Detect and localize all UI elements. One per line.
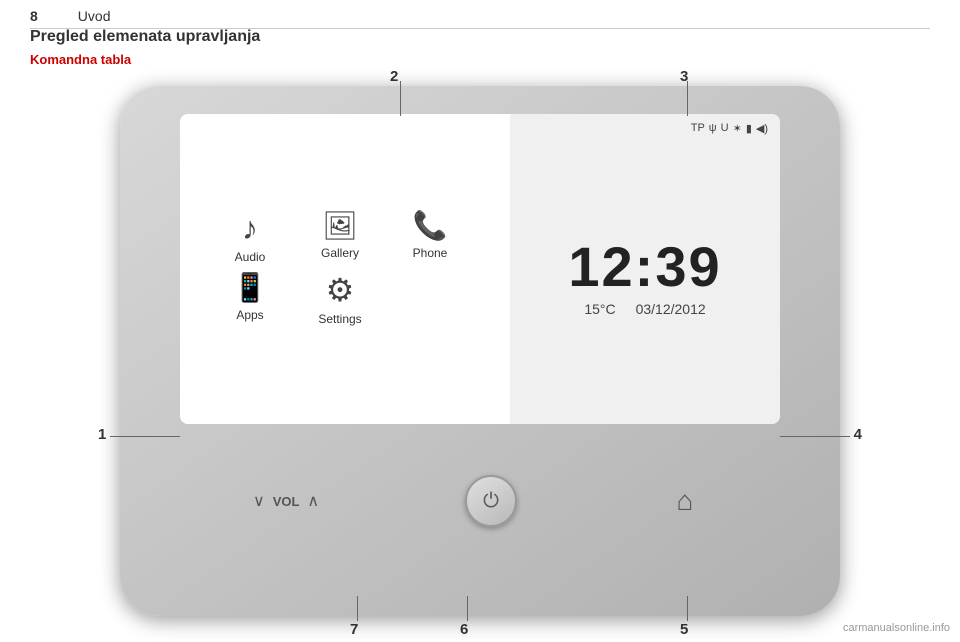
callout-2: 2 <box>390 68 398 85</box>
callout-5-line <box>687 596 688 621</box>
apps-label: Apps <box>236 308 263 322</box>
callout-1-line <box>110 436 180 437</box>
vol-label: VOL <box>273 494 300 509</box>
date-display: 03/12/2012 <box>636 301 706 317</box>
page-chapter: Uvod <box>78 8 111 24</box>
tp-status: TP <box>691 122 705 135</box>
section-subtitle: Komandna tabla <box>30 52 131 67</box>
screen-right-panel: TP ψ U ✶ ▮ ◀) 12:39 15°C 03/12/2012 <box>510 114 780 424</box>
bluetooth-icon: ✶ <box>733 122 742 135</box>
screen-left-panel: ♪ Audio 🖼 Gallery 📞 Phone 📱 <box>180 114 510 424</box>
callout-4-line <box>780 436 850 437</box>
device-container: ♪ Audio 🖼 Gallery 📞 Phone 📱 <box>30 70 930 632</box>
watermark: carmanualsonline.info <box>843 622 950 634</box>
apps-icon: 📱 <box>233 274 268 302</box>
gallery-icon: 🖼 <box>322 212 358 240</box>
controls-area: ∨ VOL ∧ ⏻ ⌂ <box>180 436 780 566</box>
power-icon: ⏻ <box>483 490 499 513</box>
usb-icon: U <box>721 122 729 135</box>
callout-7: 7 <box>350 621 358 638</box>
clock-info: 15°C 03/12/2012 <box>584 301 705 317</box>
phone-icon: 📞 <box>413 212 448 240</box>
callout-2-line <box>400 81 401 116</box>
home-button[interactable]: ⌂ <box>663 479 707 523</box>
clock-time: 12:39 <box>568 239 721 295</box>
battery-icon: ▮ <box>746 122 752 135</box>
home-icon: ⌂ <box>677 485 694 517</box>
audio-icon: ♪ <box>242 212 258 244</box>
temperature-display: 15°C <box>584 301 615 317</box>
callout-7-line <box>357 596 358 621</box>
vol-control: ∨ VOL ∧ <box>253 491 319 511</box>
volume-status-icon: ◀) <box>756 122 768 135</box>
callout-6: 6 <box>460 621 468 638</box>
gallery-label: Gallery <box>321 246 359 260</box>
vol-up-button[interactable]: ∧ <box>307 491 319 511</box>
icon-row-2: 📱 Apps ⚙ Settings <box>200 274 490 326</box>
clock-area: 12:39 15°C 03/12/2012 <box>522 139 768 416</box>
settings-icon-item[interactable]: ⚙ Settings <box>310 274 370 326</box>
icon-row-1: ♪ Audio 🖼 Gallery 📞 Phone <box>200 212 490 264</box>
status-bar: TP ψ U ✶ ▮ ◀) <box>522 122 768 135</box>
phone-icon-item[interactable]: 📞 Phone <box>400 212 460 264</box>
vol-down-button[interactable]: ∨ <box>253 491 265 511</box>
power-button[interactable]: ⏻ <box>465 475 517 527</box>
apps-icon-item[interactable]: 📱 Apps <box>220 274 280 326</box>
page-header: 8 Uvod <box>30 8 930 29</box>
device-wrapper: ♪ Audio 🖼 Gallery 📞 Phone 📱 <box>120 86 840 616</box>
page-number: 8 <box>30 8 38 24</box>
callout-5: 5 <box>680 621 688 638</box>
phone-label: Phone <box>413 246 448 260</box>
callout-4: 4 <box>854 426 862 443</box>
section-title: Pregled elemenata upravljanja <box>30 28 260 46</box>
audio-icon-item[interactable]: ♪ Audio <box>220 212 280 264</box>
screen: ♪ Audio 🖼 Gallery 📞 Phone 📱 <box>180 114 780 424</box>
callout-6-line <box>467 596 468 621</box>
callout-3-line <box>687 81 688 116</box>
settings-label: Settings <box>318 312 361 326</box>
antenna-icon: ψ <box>709 122 717 135</box>
audio-label: Audio <box>235 250 266 264</box>
gallery-icon-item[interactable]: 🖼 Gallery <box>310 212 370 264</box>
settings-icon: ⚙ <box>326 274 355 306</box>
callout-1: 1 <box>98 426 106 443</box>
